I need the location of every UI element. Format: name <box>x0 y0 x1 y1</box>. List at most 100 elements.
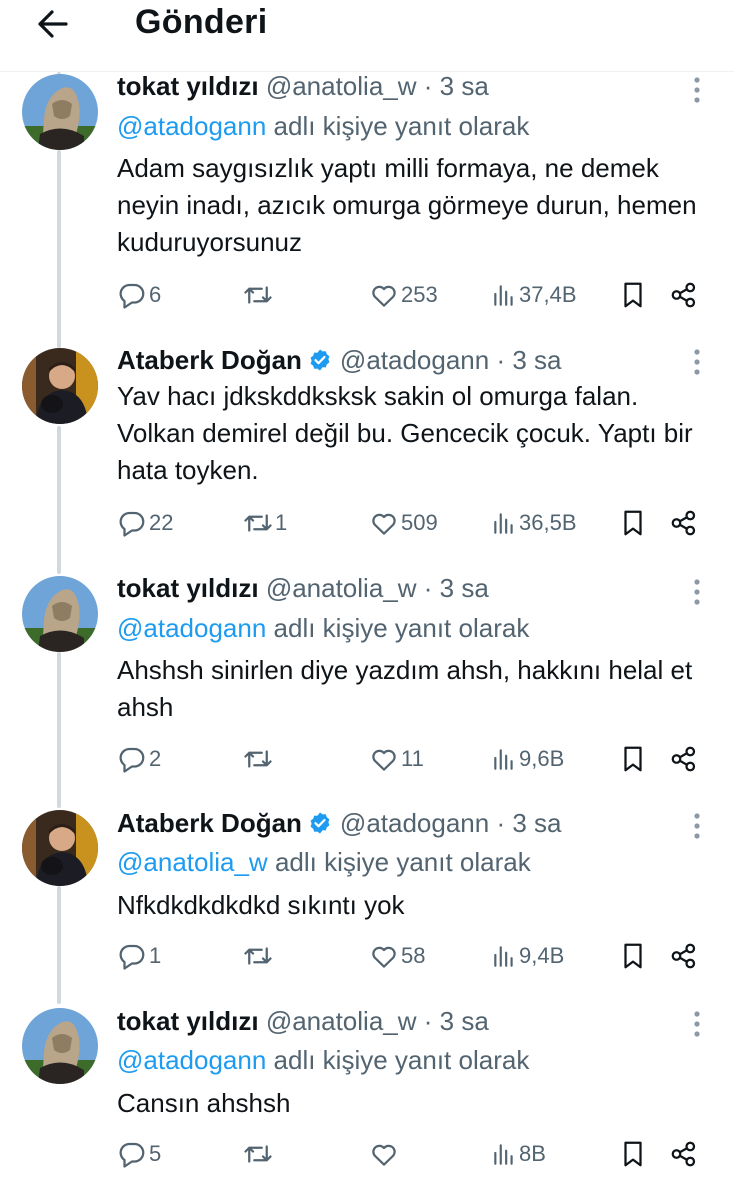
share-button[interactable] <box>669 505 699 541</box>
timestamp[interactable]: 3 sa <box>440 71 489 101</box>
avatar-image-person <box>22 810 98 886</box>
more-button[interactable] <box>684 1008 710 1040</box>
bookmark-icon <box>624 943 642 969</box>
bookmark-button[interactable] <box>618 938 648 974</box>
more-button[interactable] <box>684 74 710 106</box>
avatar-image-statue <box>22 74 98 150</box>
action-bar: 5 8B <box>0 1136 734 1172</box>
share-icon <box>671 943 696 969</box>
reply-suffix: adlı kişiye yanıt olarak <box>274 847 531 877</box>
retweet-button[interactable] <box>243 938 275 974</box>
retweet-icon <box>244 286 272 304</box>
bookmark-button[interactable] <box>618 1136 648 1172</box>
separator-dot: · <box>423 1006 433 1036</box>
tweet[interactable]: tokat yıldızı @anatolia_w · 3 sa @atadog… <box>0 0 734 330</box>
like-button[interactable]: 253 <box>369 277 438 313</box>
like-button[interactable]: 58 <box>369 938 425 974</box>
reply-count: 22 <box>149 510 174 535</box>
timestamp[interactable]: 3 sa <box>440 1006 489 1036</box>
views-count: 9,6B <box>519 746 565 771</box>
like-count: 253 <box>401 282 438 307</box>
author-name[interactable]: Ataberk Doğan <box>117 345 302 375</box>
timestamp[interactable]: 3 sa <box>440 573 489 603</box>
reply-mention[interactable]: @atadogann <box>117 111 266 141</box>
views-icon <box>494 513 513 534</box>
author-name[interactable]: tokat yıldızı <box>117 1006 259 1036</box>
reply-button[interactable]: 22 <box>117 505 173 541</box>
reply-button[interactable]: 1 <box>117 938 161 974</box>
retweet-button[interactable]: 1 <box>243 505 287 541</box>
author-name[interactable]: Ataberk Doğan <box>117 808 302 838</box>
author-name[interactable]: tokat yıldızı <box>117 573 259 603</box>
reply-button[interactable]: 5 <box>117 1136 161 1172</box>
reply-mention[interactable]: @anatolia_w <box>117 847 268 877</box>
views-button[interactable]: 8B <box>491 1136 546 1172</box>
author-handle[interactable]: @anatolia_w <box>266 71 417 101</box>
author-handle[interactable]: @anatolia_w <box>266 1006 417 1036</box>
retweet-button[interactable] <box>243 1136 275 1172</box>
like-button[interactable]: 509 <box>369 505 438 541</box>
tweet[interactable]: tokat yıldızı @anatolia_w · 3 sa @atadog… <box>0 996 734 1200</box>
more-icon <box>694 77 700 103</box>
tweet-header: tokat yıldızı @anatolia_w · 3 sa <box>117 70 489 102</box>
more-button[interactable] <box>684 576 710 608</box>
tweet[interactable]: tokat yıldızı @anatolia_w · 3 sa @atadog… <box>0 560 734 796</box>
share-icon <box>671 746 696 772</box>
views-button[interactable]: 9,4B <box>491 938 564 974</box>
reply-button[interactable]: 2 <box>117 741 161 777</box>
retweet-button[interactable] <box>243 741 275 777</box>
tweet-text: Ahshsh sinirlen diye yazdım ahsh, hakkın… <box>117 655 693 722</box>
share-button[interactable] <box>669 277 699 313</box>
bookmark-icon <box>624 510 642 536</box>
reply-mention[interactable]: @atadogann <box>117 613 266 643</box>
author-handle[interactable]: @anatolia_w <box>266 573 417 603</box>
bookmark-button[interactable] <box>618 741 648 777</box>
avatar-image-statue <box>22 1008 98 1084</box>
reply-icon <box>119 1142 145 1168</box>
bookmark-button[interactable] <box>618 505 648 541</box>
reply-context: @atadogann adlı kişiye yanıt olarak <box>117 110 529 142</box>
tweet-header: Ataberk Doğan @atadogann · 3 sa <box>117 344 562 376</box>
views-button[interactable]: 37,4B <box>491 277 577 313</box>
reply-context: @atadogann adlı kişiye yanıt olarak <box>117 1044 529 1076</box>
avatar[interactable] <box>22 74 98 150</box>
like-button[interactable] <box>369 1136 401 1172</box>
author-name[interactable]: tokat yıldızı <box>117 71 259 101</box>
reply-mention[interactable]: @atadogann <box>117 1045 266 1075</box>
retweet-icon <box>244 947 272 965</box>
like-count: 11 <box>401 746 424 771</box>
reply-count: 5 <box>149 1141 162 1166</box>
timestamp[interactable]: 3 sa <box>512 345 561 375</box>
avatar[interactable] <box>22 348 98 424</box>
author-handle[interactable]: @atadogann <box>340 345 489 375</box>
avatar-image-statue <box>22 576 98 652</box>
more-button[interactable] <box>684 810 710 842</box>
bookmark-icon <box>624 746 642 772</box>
bookmark-icon <box>624 282 642 308</box>
retweet-button[interactable] <box>243 277 275 313</box>
views-button[interactable]: 9,6B <box>491 741 564 777</box>
share-button[interactable] <box>669 741 699 777</box>
separator-dot: · <box>423 71 433 101</box>
avatar[interactable] <box>22 576 98 652</box>
avatar[interactable] <box>22 810 98 886</box>
like-button[interactable]: 11 <box>369 741 424 777</box>
timestamp[interactable]: 3 sa <box>512 808 561 838</box>
tweet[interactable]: Ataberk Doğan @atadogann · 3 sa Yav hacı … <box>0 330 734 560</box>
like-icon <box>372 946 396 968</box>
share-button[interactable] <box>669 938 699 974</box>
tweet[interactable]: Ataberk Doğan @atadogann · 3 sa @anatolia… <box>0 796 734 996</box>
bookmark-button[interactable] <box>618 277 648 313</box>
like-icon <box>372 285 396 307</box>
share-button[interactable] <box>669 1136 699 1172</box>
reply-context: @atadogann adlı kişiye yanıt olarak <box>117 612 529 644</box>
more-button[interactable] <box>684 346 710 378</box>
tweet-text: Yav hacı jdkskddksksk sakin ol omurga fa… <box>117 381 693 485</box>
avatar[interactable] <box>22 1008 98 1084</box>
author-handle[interactable]: @atadogann <box>340 808 489 838</box>
tweet-header: tokat yıldızı @anatolia_w · 3 sa <box>117 1005 489 1037</box>
reply-button[interactable]: 6 <box>117 277 161 313</box>
reply-icon <box>119 747 145 773</box>
views-button[interactable]: 36,5B <box>491 505 577 541</box>
retweet-icon <box>244 1145 272 1163</box>
